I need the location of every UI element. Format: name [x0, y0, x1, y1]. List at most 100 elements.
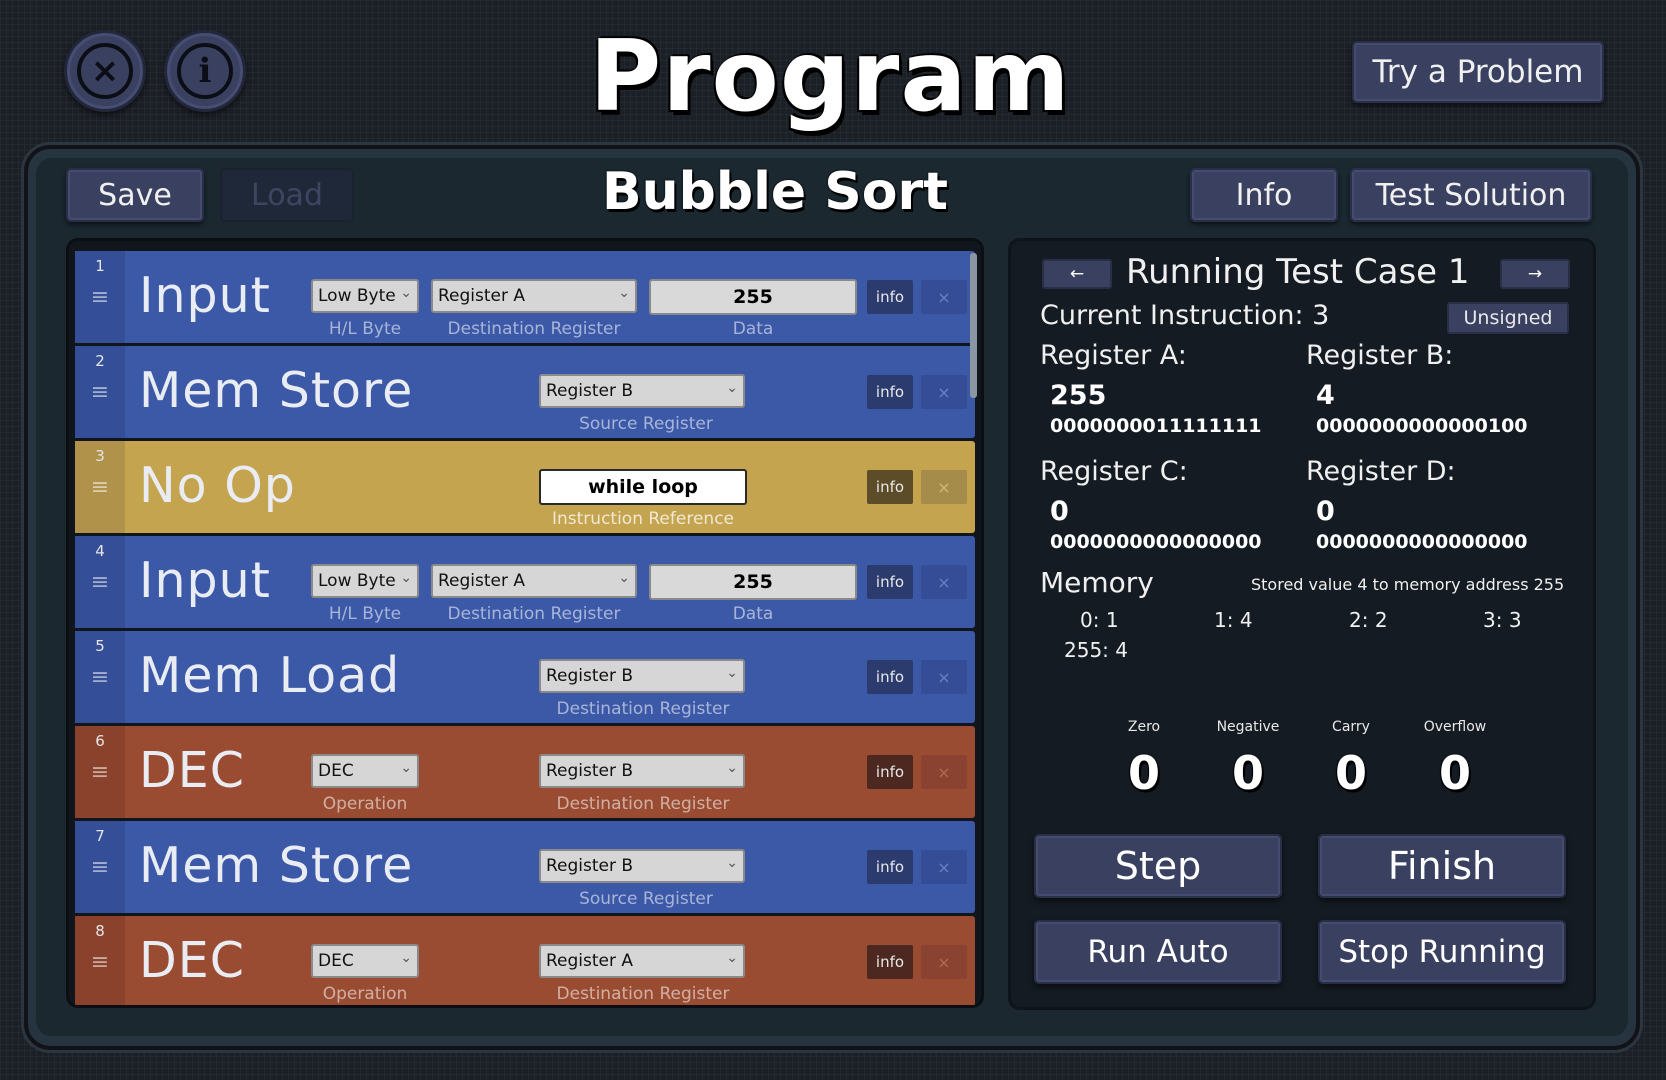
instruction-row[interactable]: 1 ≡ Input Low Byte ⌄ H/L Byte Register A ⌄… [75, 251, 975, 343]
delete-icon[interactable]: × [921, 280, 967, 314]
operation-value: DEC [318, 951, 354, 971]
drag-handle[interactable]: 8 ≡ [75, 916, 125, 1005]
instruction-row[interactable]: 2 ≡ Mem Store Register B ⌄ Source Registe… [75, 346, 975, 438]
delete-icon[interactable]: × [921, 565, 967, 599]
instruction-row[interactable]: 3 ≡ No Op while loop Instruction Referen… [75, 441, 975, 533]
register-value: Register B [546, 856, 634, 876]
register-select[interactable]: Register B ⌄ [539, 374, 745, 408]
grip-icon: ≡ [90, 285, 110, 310]
register-caption: Source Register [579, 414, 713, 434]
instruction-row[interactable]: 7 ≡ Mem Store Register B ⌄ Source Registe… [75, 821, 975, 913]
operation-select[interactable]: DEC ⌄ [311, 754, 419, 788]
close-button[interactable]: × [64, 30, 146, 112]
info-tab-button[interactable]: Info [1190, 168, 1338, 222]
register-caption: Destination Register [447, 604, 621, 624]
instruction-number: 4 [95, 542, 105, 560]
register-a-label: Register A: [1040, 340, 1187, 371]
register-value: Register A [438, 571, 526, 591]
reference-input[interactable]: while loop [539, 469, 747, 505]
operation-caption: Operation [322, 794, 408, 814]
instruction-name: Mem Store [139, 837, 414, 894]
instruction-row[interactable]: 8 ≡ DEC DEC ⌄ Operation Register A ⌄ Desti… [75, 916, 975, 1005]
next-test-case-button[interactable]: → [1500, 259, 1570, 289]
chevron-down-icon: ⌄ [400, 950, 412, 966]
data-caption: Data [732, 319, 774, 339]
register-select[interactable]: Register A ⌄ [431, 279, 637, 313]
try-problem-button[interactable]: Try a Problem [1352, 41, 1604, 103]
register-select[interactable]: Register A ⌄ [539, 944, 745, 978]
chevron-down-icon: ⌄ [400, 285, 412, 301]
prev-test-case-button[interactable]: ← [1042, 259, 1112, 289]
info-icon: i [177, 43, 233, 99]
page-title: Program Designer [579, 20, 1080, 248]
finish-button[interactable]: Finish [1318, 834, 1566, 898]
save-button[interactable]: Save [66, 168, 204, 222]
drag-handle[interactable]: 4 ≡ [75, 536, 125, 628]
delete-icon[interactable]: × [921, 755, 967, 789]
instruction-row[interactable]: 5 ≡ Mem Load Register B ⌄ Destination Reg… [75, 631, 975, 723]
delete-icon[interactable]: × [921, 945, 967, 979]
drag-handle[interactable]: 6 ≡ [75, 726, 125, 818]
hl-byte-select[interactable]: Low Byte ⌄ [311, 564, 419, 598]
operation-caption: Operation [322, 984, 408, 1004]
drag-handle[interactable]: 7 ≡ [75, 821, 125, 913]
register-select[interactable]: Register B ⌄ [539, 659, 745, 693]
instruction-info-button[interactable]: info [867, 280, 913, 314]
instruction-info-button[interactable]: info [867, 470, 913, 504]
drag-handle[interactable]: 5 ≡ [75, 631, 125, 723]
step-button[interactable]: Step [1034, 834, 1282, 898]
program-list[interactable]: 1 ≡ Input Low Byte ⌄ H/L Byte Register A ⌄… [66, 238, 984, 1008]
delete-icon[interactable]: × [921, 660, 967, 694]
register-d-label: Register D: [1306, 456, 1456, 487]
flag-zero-label: Zero [1127, 719, 1161, 735]
grip-icon: ≡ [90, 475, 110, 500]
operation-value: DEC [318, 761, 354, 781]
instruction-number: 5 [95, 637, 105, 655]
instruction-name: Input [139, 267, 271, 324]
grip-icon: ≡ [90, 570, 110, 595]
instruction-info-button[interactable]: info [867, 755, 913, 789]
register-b-label: Register B: [1306, 340, 1454, 371]
run-auto-button[interactable]: Run Auto [1034, 920, 1282, 984]
unsigned-toggle[interactable]: Unsigned [1447, 302, 1569, 334]
instruction-info-button[interactable]: info [867, 945, 913, 979]
info-button[interactable]: i [164, 30, 246, 112]
test-solution-button[interactable]: Test Solution [1350, 168, 1592, 222]
close-icon: × [77, 43, 133, 99]
data-input[interactable]: 255 [649, 564, 857, 600]
data-input[interactable]: 255 [649, 279, 857, 315]
register-select[interactable]: Register A ⌄ [431, 564, 637, 598]
memory-cell: 3: 3 [1483, 608, 1522, 632]
delete-icon[interactable]: × [921, 470, 967, 504]
drag-handle[interactable]: 3 ≡ [75, 441, 125, 533]
scrollbar-thumb[interactable] [970, 253, 977, 398]
instruction-info-button[interactable]: info [867, 660, 913, 694]
drag-handle[interactable]: 2 ≡ [75, 346, 125, 438]
load-button[interactable]: Load [220, 168, 354, 222]
chevron-down-icon: ⌄ [726, 760, 738, 776]
register-value: Register B [546, 666, 634, 686]
instruction-info-button[interactable]: info [867, 565, 913, 599]
register-value: Register B [546, 761, 634, 781]
instruction-row[interactable]: 4 ≡ Input Low Byte ⌄ H/L Byte Register A ⌄… [75, 536, 975, 628]
register-select[interactable]: Register B ⌄ [539, 754, 745, 788]
operation-select[interactable]: DEC ⌄ [311, 944, 419, 978]
memory-status: Stored value 4 to memory address 255 [1251, 575, 1565, 594]
delete-icon[interactable]: × [921, 850, 967, 884]
memory-cell: 2: 2 [1349, 608, 1388, 632]
stop-running-button[interactable]: Stop Running [1318, 920, 1566, 984]
hl-byte-select[interactable]: Low Byte ⌄ [311, 279, 419, 313]
register-value: Register B [546, 381, 634, 401]
drag-handle[interactable]: 1 ≡ [75, 251, 125, 343]
instruction-row[interactable]: 6 ≡ DEC DEC ⌄ Operation Register B ⌄ Desti… [75, 726, 975, 818]
delete-icon[interactable]: × [921, 375, 967, 409]
register-d-value: 0 [1316, 496, 1335, 527]
register-c-label: Register C: [1040, 456, 1188, 487]
instruction-info-button[interactable]: info [867, 375, 913, 409]
register-select[interactable]: Register B ⌄ [539, 849, 745, 883]
instruction-name: No Op [139, 457, 296, 514]
instruction-info-button[interactable]: info [867, 850, 913, 884]
chevron-down-icon: ⌄ [618, 285, 630, 301]
grip-icon: ≡ [90, 855, 110, 880]
reference-caption: Instruction Reference [552, 509, 734, 529]
